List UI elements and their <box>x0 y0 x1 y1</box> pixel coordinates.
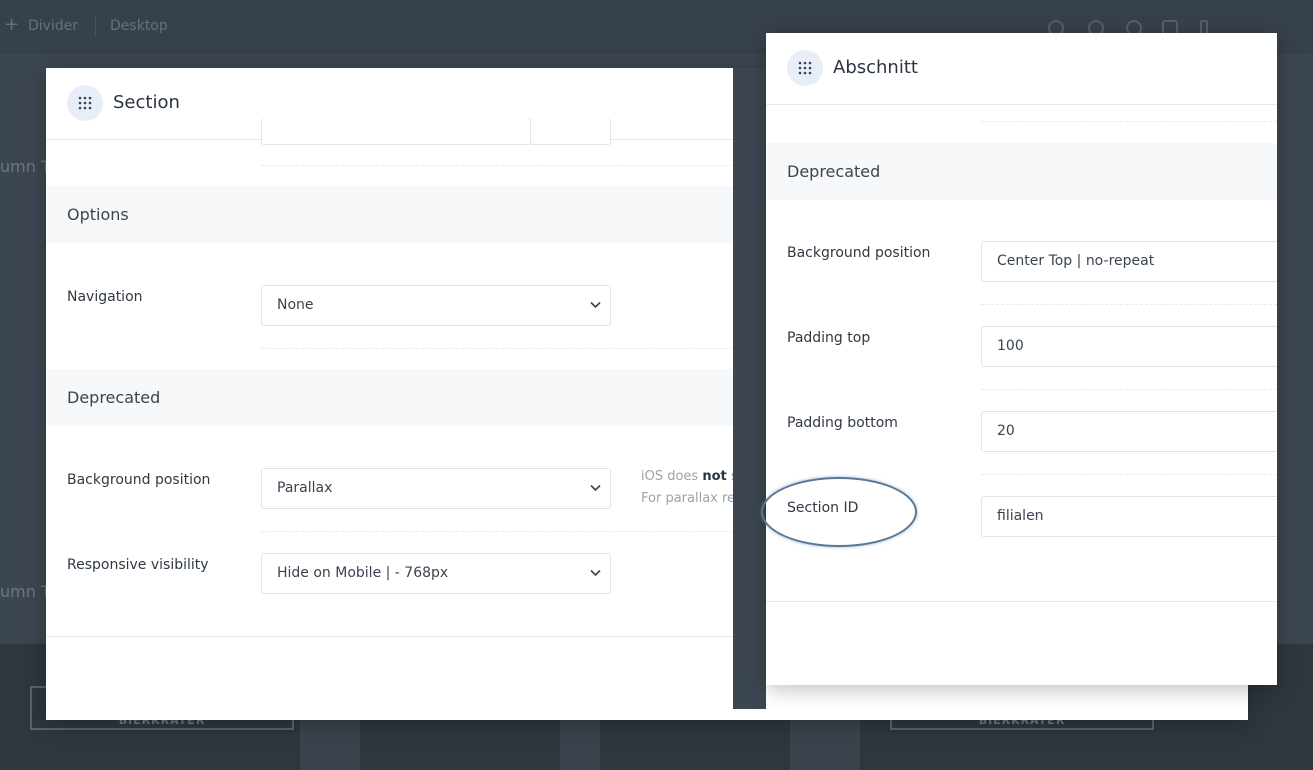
responsive-visibility-select-value: Hide on Mobile | - 768px <box>277 565 449 581</box>
hint-prefix: iOS does <box>641 469 703 484</box>
background-column-title: umn T <box>0 157 51 176</box>
navigation-select[interactable]: None <box>261 285 611 326</box>
toolbar-desktop-item[interactable]: Desktop <box>110 18 168 34</box>
abschnitt-modal-title: Abschnitt <box>833 57 918 78</box>
padding-bottom-input[interactable]: 20 <box>981 411 1277 452</box>
padding-top-label: Padding top <box>787 330 871 346</box>
cutoff-input[interactable] <box>261 118 531 145</box>
options-section-label: Options <box>67 205 129 224</box>
deprecated-section-label: Deprecated <box>67 388 161 407</box>
hint-line2: For parallax re <box>641 491 736 506</box>
field-divider <box>981 474 1277 475</box>
chevron-down-icon <box>590 569 601 577</box>
background-position-input[interactable]: Center Top | no-repeat <box>981 241 1277 282</box>
section-id-label: Section ID <box>787 500 859 516</box>
padding-bottom-input-value: 20 <box>997 423 1015 439</box>
section-id-input[interactable]: filialen <box>981 496 1277 537</box>
background-position-label: Background position <box>67 472 211 488</box>
abschnitt-modal-header: Abschnitt <box>766 33 1277 105</box>
padding-top-input-value: 100 <box>997 338 1024 354</box>
background-column-title-2: umn T <box>0 582 51 601</box>
deprecated-section-label: Deprecated <box>787 162 881 181</box>
toolbar-divider-item[interactable]: Divider <box>28 18 78 34</box>
background-position-label: Background position <box>787 245 931 261</box>
chevron-down-icon <box>590 484 601 492</box>
chevron-down-icon <box>590 301 601 309</box>
hint-bold: not <box>702 469 727 484</box>
field-divider <box>981 121 1277 122</box>
responsive-visibility-select[interactable]: Hide on Mobile | - 768px <box>261 553 611 594</box>
toolbar-separator <box>95 16 96 36</box>
navigation-label: Navigation <box>67 289 143 305</box>
section-id-input-value: filialen <box>997 508 1044 524</box>
deprecated-section-header: Deprecated <box>766 143 1277 200</box>
padding-bottom-label: Padding bottom <box>787 415 898 431</box>
field-divider <box>981 389 1277 390</box>
drag-grid-icon[interactable] <box>787 50 823 86</box>
padding-top-input[interactable]: 100 <box>981 326 1277 367</box>
plus-icon[interactable]: + <box>4 14 19 35</box>
field-divider <box>981 304 1277 305</box>
modal-footer-divider <box>766 601 1277 602</box>
background-position-input-value: Center Top | no-repeat <box>997 253 1155 269</box>
modal-gap-backdrop <box>733 68 766 709</box>
cutoff-input-unit[interactable] <box>530 118 611 145</box>
responsive-visibility-label: Responsive visibility <box>67 557 209 573</box>
background-position-select[interactable]: Parallax <box>261 468 611 509</box>
background-position-select-value: Parallax <box>277 480 333 496</box>
navigation-select-value: None <box>277 297 314 313</box>
section-modal-title: Section <box>113 92 180 113</box>
ios-parallax-hint: iOS does not s For parallax re <box>641 466 738 510</box>
abschnitt-modal: Abschnitt Deprecated Background position… <box>766 33 1277 685</box>
drag-grid-icon[interactable] <box>67 85 103 121</box>
